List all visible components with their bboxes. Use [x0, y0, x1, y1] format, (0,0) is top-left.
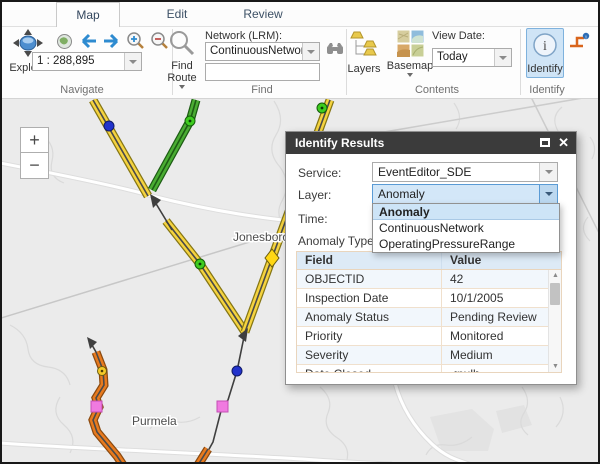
- dropdown-option-anomaly[interactable]: Anomaly: [373, 204, 559, 220]
- point-event-green: [317, 103, 327, 113]
- table-row[interactable]: Inspection Date 10/1/2005: [297, 289, 561, 308]
- ribbon-toolbar: Explore: [2, 27, 598, 99]
- layers-icon: [350, 30, 378, 63]
- anomaly-type-label: Anomaly Type:: [298, 234, 377, 248]
- view-date-dropdown-button[interactable]: [494, 49, 511, 66]
- map-scale-dropdown-button[interactable]: [124, 53, 141, 70]
- dialog-titlebar[interactable]: Identify Results: [286, 132, 576, 154]
- view-date-label: View Date:: [432, 30, 485, 42]
- point-event-yellow: [98, 367, 107, 376]
- basemap-icon: [397, 30, 424, 60]
- service-value: EventEditor_SDE: [373, 163, 539, 181]
- table-row[interactable]: Date Closed <null>: [297, 365, 561, 373]
- point-event-green: [195, 259, 205, 269]
- zoom-in-icon[interactable]: [126, 31, 145, 53]
- table-row[interactable]: Priority Monitored: [297, 327, 561, 346]
- network-lrm-combobox[interactable]: ContinuousNetwork: [205, 42, 320, 61]
- table-scrollbar[interactable]: ▲ ▼: [548, 270, 561, 372]
- map-scale-combobox[interactable]: 1 : 288,895: [32, 52, 142, 71]
- chevron-down-icon: [545, 192, 553, 196]
- identify-icon: i: [532, 32, 558, 61]
- identify-button[interactable]: i Identify: [526, 28, 564, 78]
- service-dropdown-button[interactable]: [539, 163, 557, 181]
- identify-route-location-icon[interactable]: i: [569, 32, 591, 53]
- point-event-green: [185, 116, 195, 126]
- layer-dropdown-button[interactable]: [539, 185, 557, 203]
- network-lrm-value: ContinuousNetwork: [206, 43, 302, 60]
- group-label-contents: Contents: [377, 84, 497, 96]
- table-row[interactable]: Anomaly Status Pending Review: [297, 308, 561, 327]
- column-header-field: Field: [297, 252, 442, 269]
- layer-value: Anomaly: [373, 185, 539, 203]
- identify-results-dialog: Identify Results ✕ Service: EventEditor_…: [285, 131, 577, 385]
- results-table-header: Field Value: [297, 252, 561, 270]
- zoom-in-button[interactable]: +: [20, 127, 49, 153]
- point-event-blue: [232, 366, 242, 376]
- group-label-identify: Identify: [507, 84, 587, 96]
- chevron-down-icon: [307, 50, 315, 54]
- route-input-value: [206, 64, 319, 80]
- map-label-jonesboro: Jonesboro: [233, 230, 289, 244]
- svg-text:i: i: [543, 39, 547, 54]
- scroll-up-icon[interactable]: ▲: [549, 270, 562, 281]
- layer-combobox[interactable]: Anomaly: [372, 184, 558, 204]
- layers-button[interactable]: Layers: [347, 30, 381, 75]
- tab-edit[interactable]: Edit: [142, 2, 212, 27]
- search-binoculars-icon[interactable]: [326, 41, 344, 59]
- chevron-down-icon: [407, 73, 413, 77]
- chevron-down-icon: [129, 60, 137, 64]
- network-lrm-label: Network (LRM):: [205, 30, 282, 42]
- find-route-button[interactable]: Find Route: [162, 29, 202, 89]
- dropdown-option-continuousnetwork[interactable]: ContinuousNetwork: [373, 220, 559, 236]
- view-date-combobox[interactable]: Today: [432, 48, 512, 67]
- point-event-blue: [104, 121, 114, 131]
- scroll-down-icon[interactable]: ▼: [549, 361, 562, 372]
- point-event-pink: [91, 401, 102, 412]
- service-label: Service:: [298, 166, 341, 180]
- service-combobox[interactable]: EventEditor_SDE: [372, 162, 558, 182]
- group-label-find: Find: [202, 84, 322, 96]
- zoom-out-button[interactable]: −: [20, 153, 49, 179]
- tab-map[interactable]: Map: [56, 2, 120, 27]
- layer-dropdown-list: Anomaly ContinuousNetwork OperatingPress…: [372, 203, 560, 253]
- map-zoom-control: + −: [20, 127, 49, 179]
- app-window: Map Edit Review Explore: [0, 0, 600, 464]
- network-lrm-dropdown-button[interactable]: [302, 43, 319, 60]
- results-table: Field Value OBJECTID 42 Inspection Date …: [296, 251, 562, 373]
- dropdown-option-operatingpressurerange[interactable]: OperatingPressureRange: [373, 236, 559, 252]
- column-header-value: Value: [442, 252, 561, 269]
- map-scale-value: 1 : 288,895: [33, 53, 124, 70]
- group-label-navigate: Navigate: [22, 84, 142, 96]
- chevron-down-icon: [545, 170, 553, 174]
- scrollbar-thumb[interactable]: [550, 283, 560, 305]
- time-label: Time:: [298, 212, 328, 226]
- next-extent-icon[interactable]: [102, 33, 122, 52]
- table-row[interactable]: OBJECTID 42: [297, 270, 561, 289]
- close-icon[interactable]: ✕: [558, 135, 569, 151]
- map-label-purmela: Purmela: [132, 414, 177, 428]
- route-input[interactable]: [205, 63, 320, 81]
- tab-review[interactable]: Review: [224, 2, 302, 27]
- find-route-icon: [168, 29, 196, 60]
- point-event-pink: [217, 401, 228, 412]
- layer-label: Layer:: [298, 188, 331, 202]
- full-extent-icon[interactable]: [56, 33, 73, 53]
- table-row[interactable]: Severity Medium: [297, 346, 561, 365]
- view-date-value: Today: [433, 49, 494, 66]
- previous-extent-icon[interactable]: [78, 33, 98, 52]
- maximize-icon[interactable]: [540, 138, 550, 147]
- ribbon-tab-bar: Map Edit Review: [2, 2, 598, 27]
- chevron-down-icon: [499, 56, 507, 60]
- chevron-down-icon: [179, 85, 185, 89]
- basemap-button[interactable]: Basemap: [387, 30, 433, 77]
